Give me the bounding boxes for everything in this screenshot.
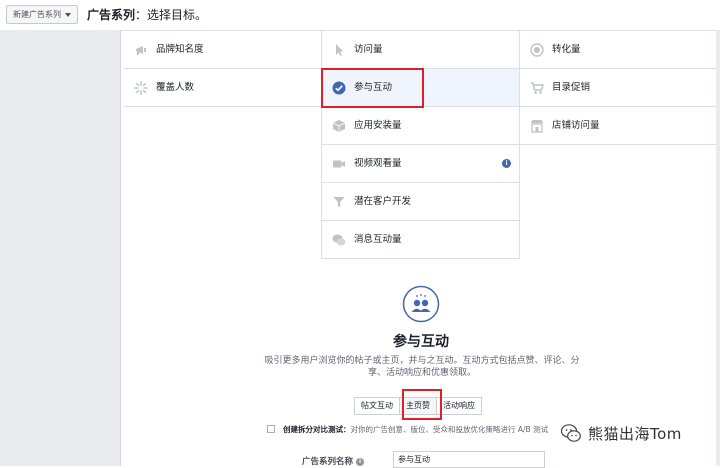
objective-store-visits[interactable]: 店铺访问量 bbox=[520, 107, 716, 145]
split-test-title: 创建拆分对比测试： bbox=[283, 425, 351, 434]
watermark: 熊猫出海Tom bbox=[560, 419, 682, 447]
objective-label: 视频观看量 bbox=[354, 158, 402, 169]
new-campaign-dropdown[interactable]: 新建广告系列 bbox=[6, 5, 78, 24]
split-test-label: 创建拆分对比测试：对你的广告创意、版位、受众和投放优化策略进行 A/B 测试 bbox=[283, 424, 548, 435]
objective-label: 应用安装量 bbox=[354, 120, 402, 131]
objective-title: 参与互动 bbox=[393, 334, 449, 350]
megaphone-icon bbox=[136, 46, 146, 55]
objective-label: 覆盖人数 bbox=[156, 82, 195, 93]
chat-bubbles-icon bbox=[332, 234, 346, 246]
new-campaign-label: 新建广告系列 bbox=[13, 10, 61, 19]
objective-messages[interactable]: 消息互动量 bbox=[321, 221, 520, 259]
watermark-text: 熊猫出海Tom bbox=[588, 424, 682, 443]
box-icon bbox=[332, 120, 346, 132]
caret-down-icon bbox=[65, 12, 71, 17]
shopping-cart-icon bbox=[531, 82, 544, 94]
objective-label: 品牌知名度 bbox=[156, 44, 204, 55]
highlight-frame-engagement bbox=[321, 68, 424, 108]
cursor-icon bbox=[336, 44, 343, 56]
top-bar: 新建广告系列 广告系列：选择目标。 bbox=[0, 0, 720, 30]
highlight-frame-page-likes bbox=[402, 389, 442, 420]
info-icon[interactable]: i bbox=[356, 458, 365, 466]
objective-lead-generation[interactable]: 潜在客户开发 bbox=[321, 183, 520, 221]
funnel-icon bbox=[333, 197, 345, 207]
option-event-responses[interactable]: 活动响应 bbox=[436, 397, 482, 415]
page-title-bold: 广告系列 bbox=[87, 8, 136, 22]
globe-icon bbox=[530, 43, 544, 57]
info-icon[interactable]: i bbox=[502, 159, 511, 168]
objective-app-installs[interactable]: 应用安装量 bbox=[321, 107, 520, 145]
objective-traffic[interactable]: 访问量 bbox=[321, 31, 520, 69]
objective-label: 目录促销 bbox=[552, 82, 591, 93]
left-gutter bbox=[0, 30, 121, 466]
reach-burst-icon bbox=[134, 81, 148, 95]
video-camera-icon bbox=[333, 160, 345, 168]
page-title: 广告系列：选择目标。 bbox=[87, 6, 207, 23]
objective-conversions[interactable]: 转化量 bbox=[520, 31, 716, 69]
objective-video-views[interactable]: 视频观看量 i bbox=[321, 145, 520, 183]
page-title-rest: ：选择目标。 bbox=[135, 8, 208, 22]
store-icon bbox=[531, 120, 543, 133]
split-test-checkbox[interactable] bbox=[267, 425, 275, 433]
objective-catalog-sales[interactable]: 目录促销 bbox=[520, 69, 716, 107]
objective-label: 潜在客户开发 bbox=[354, 196, 412, 207]
option-post-engagement[interactable]: 帖文互动 bbox=[354, 397, 400, 415]
engagement-people-icon bbox=[402, 285, 440, 323]
right-gutter bbox=[716, 30, 720, 466]
objective-label: 访问量 bbox=[354, 44, 383, 55]
objective-description: 吸引更多用户浏览你的帖子或主页，并与之互动。互动方式包括点赞、评论、分享、活动响… bbox=[264, 356, 580, 378]
campaign-name-input[interactable]: 参与互动 bbox=[393, 451, 545, 468]
objective-label: 消息互动量 bbox=[354, 234, 402, 245]
objective-reach[interactable]: 覆盖人数 bbox=[124, 69, 321, 107]
split-test-text: 对你的广告创意、版位、受众和投放优化策略进行 A/B 测试 bbox=[350, 425, 549, 434]
objective-label: 店铺访问量 bbox=[552, 120, 600, 131]
wechat-logo-icon bbox=[560, 424, 581, 442]
campaign-name-label: 广告系列名称 i bbox=[302, 455, 365, 467]
objective-brand-awareness[interactable]: 品牌知名度 bbox=[124, 31, 321, 69]
objective-label: 转化量 bbox=[552, 44, 581, 55]
